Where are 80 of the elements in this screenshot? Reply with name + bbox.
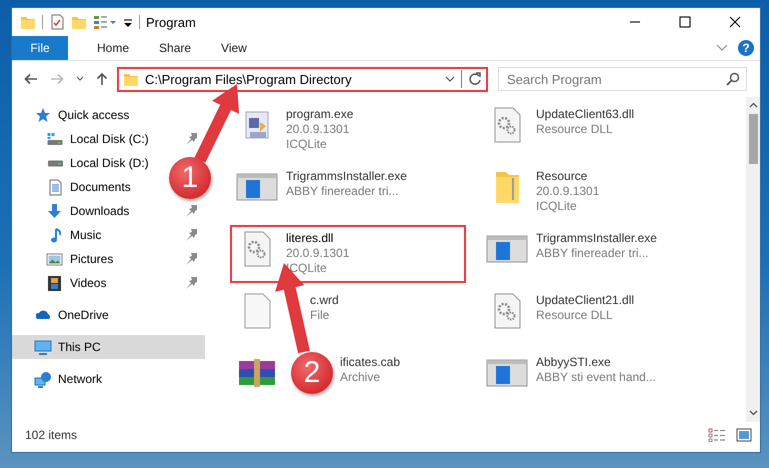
search-icon[interactable]	[726, 72, 740, 86]
refresh-icon[interactable]	[468, 72, 482, 86]
file-name: program.exe	[286, 107, 354, 122]
folder-icon	[20, 14, 36, 30]
monitor-icon	[34, 338, 52, 356]
file-name: AbbyySTI.exe	[536, 355, 612, 370]
file-detail: ABBY finereader tri...	[286, 184, 400, 199]
nav-item[interactable]: Pictures	[12, 247, 205, 271]
nav-item[interactable]: Network	[12, 367, 110, 391]
nav-item[interactable]: Quick access	[12, 103, 138, 127]
file-detail: ABBY finereader tri...	[536, 246, 650, 261]
file-name: TrigrammsInstaller.exe	[286, 169, 407, 184]
recent-locations-icon[interactable]	[76, 76, 84, 82]
ribbon-tab[interactable]: Home	[82, 36, 144, 60]
search-field[interactable]: Search Program	[498, 67, 747, 91]
file-detail: ICQLite	[286, 137, 328, 152]
nav-item[interactable]: Videos	[12, 271, 205, 295]
nav-item[interactable]: Local Disk (D:)	[12, 151, 157, 175]
file-name: TrigrammsInstaller.exe	[536, 231, 657, 246]
file-detail: File	[310, 308, 330, 323]
ribbon-tab[interactable]: Share	[144, 36, 206, 60]
file-detail: Resource DLL	[536, 122, 614, 137]
document-icon	[48, 178, 62, 196]
folder-icon	[123, 71, 139, 87]
file-detail: 20.0.9.1301	[286, 246, 350, 261]
details-view-icon[interactable]	[708, 428, 726, 442]
pin-icon[interactable]	[185, 277, 197, 289]
pin-icon[interactable]	[185, 133, 197, 145]
scrollbar-thumb[interactable]	[748, 114, 758, 164]
film-icon	[46, 274, 64, 292]
file-name: ificates.cab	[340, 355, 400, 370]
cloud-icon	[36, 310, 50, 320]
music-note-icon	[50, 228, 60, 242]
checklist-icon[interactable]	[49, 14, 65, 30]
item-count: 102 items	[25, 428, 78, 442]
large-icons-view-icon[interactable]	[736, 428, 752, 442]
star-icon	[34, 106, 52, 124]
file-detail: ICQLite	[286, 261, 328, 276]
file-name: literes.dll	[286, 231, 334, 246]
pin-icon[interactable]	[185, 205, 197, 217]
address-path: C:\Program Files\Program Directory	[145, 72, 353, 86]
ribbon-tab[interactable]: File	[12, 36, 68, 60]
properties-icon[interactable]	[93, 14, 117, 30]
picture-icon	[46, 250, 64, 268]
nav-item[interactable]: Local Disk (C:)	[12, 127, 205, 151]
file-name: UpdateClient63.dll	[536, 107, 634, 122]
scroll-up-icon	[748, 102, 758, 108]
file-name: Resource	[536, 169, 588, 184]
window-title: Program	[146, 14, 196, 30]
ribbon-tab[interactable]: View	[206, 36, 262, 60]
nav-item[interactable]: Music	[12, 223, 205, 247]
back-icon[interactable]	[24, 73, 38, 85]
file-detail: 20.0.9.1301	[286, 122, 350, 137]
nav-item[interactable]: Downloads	[12, 199, 205, 223]
file-detail: ABBY sti event hand...	[536, 370, 656, 385]
expand-icon[interactable]	[716, 44, 728, 52]
download-icon	[46, 202, 64, 220]
dropdown-icon[interactable]	[445, 76, 455, 82]
file-detail: Resource DLL	[536, 308, 614, 323]
file-detail: ICQLite	[536, 199, 578, 214]
file-detail: Archive	[340, 370, 382, 385]
help-button[interactable]: ?	[738, 40, 754, 56]
file-item[interactable]: literes.dll 20.0.9.1301 ICQLite	[230, 225, 466, 283]
nav-item[interactable]: OneDrive	[12, 303, 117, 327]
network-icon	[34, 370, 52, 388]
file-name: UpdateClient21.dll	[536, 293, 634, 308]
scroll-down-icon	[748, 410, 758, 416]
address-bar[interactable]: C:\Program Files\Program Directory	[117, 66, 488, 92]
file-detail: 20.0.9.1301	[536, 184, 600, 199]
maximize-icon	[679, 16, 691, 28]
drive-icon	[47, 132, 63, 146]
file-name: c.wrd	[310, 293, 339, 308]
nav-item[interactable]: Documents	[12, 175, 139, 199]
pin-icon[interactable]	[185, 253, 197, 265]
pin-icon[interactable]	[185, 229, 197, 241]
drive-icon	[46, 160, 64, 166]
nav-item[interactable]: This PC	[12, 335, 205, 359]
scrollbar[interactable]	[746, 97, 760, 422]
close-icon	[729, 16, 741, 28]
up-icon[interactable]	[96, 72, 108, 86]
